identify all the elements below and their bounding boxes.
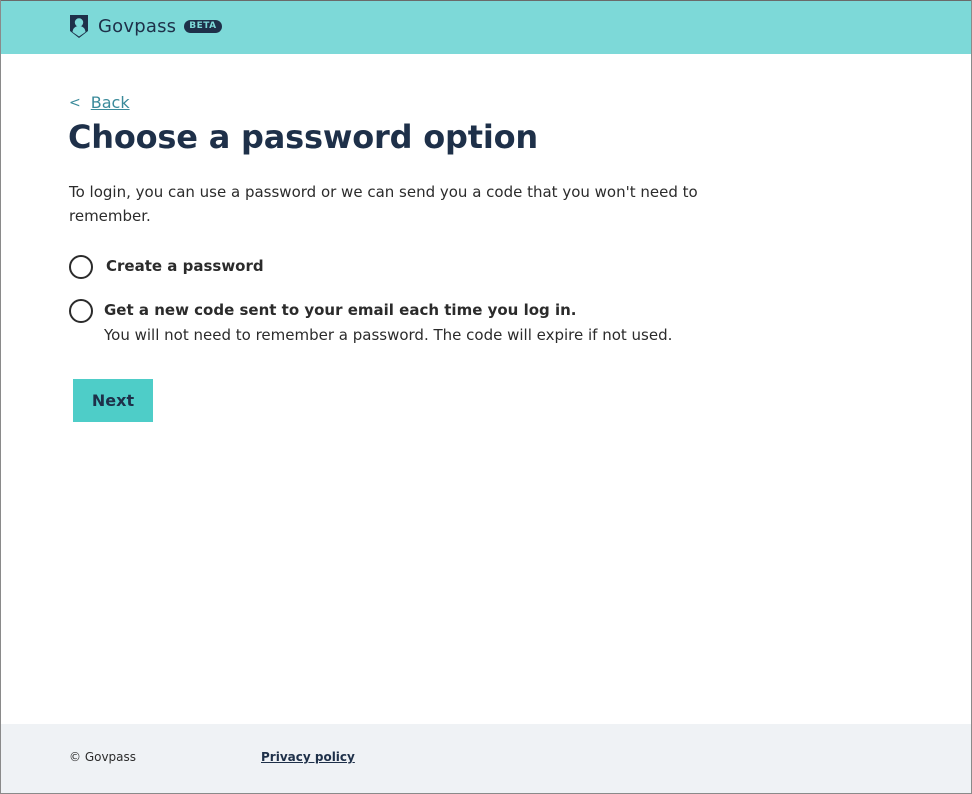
back-link-label: Back	[90, 93, 130, 112]
beta-badge: BETA	[184, 20, 222, 33]
radio-button[interactable]	[69, 299, 93, 323]
brand-name: Govpass	[98, 16, 177, 37]
site-footer: © Govpass Privacy policy	[1, 724, 971, 793]
shield-person-icon	[70, 15, 88, 38]
page-frame: Govpass BETA < Back Choose a password op…	[0, 0, 972, 794]
page-title: Choose a password option	[68, 118, 538, 156]
next-button[interactable]: Next	[73, 379, 153, 422]
radio-label: Get a new code sent to your email each t…	[104, 301, 577, 319]
brand[interactable]: Govpass BETA	[69, 14, 222, 39]
radio-label: Create a password	[106, 257, 264, 275]
privacy-policy-link[interactable]: Privacy policy	[261, 750, 355, 764]
back-link[interactable]: < Back	[69, 93, 130, 112]
site-header: Govpass BETA	[1, 0, 971, 54]
copyright-text: © Govpass	[69, 750, 137, 764]
radio-button[interactable]	[69, 255, 93, 279]
chevron-left-icon: <	[69, 94, 81, 111]
radio-create-password[interactable]: Create a password	[69, 255, 264, 279]
radio-email-code[interactable]: Get a new code sent to your email each t…	[69, 299, 672, 347]
intro-text: To login, you can use a password or we c…	[69, 183, 698, 225]
radio-hint: You will not need to remember a password…	[104, 326, 673, 344]
